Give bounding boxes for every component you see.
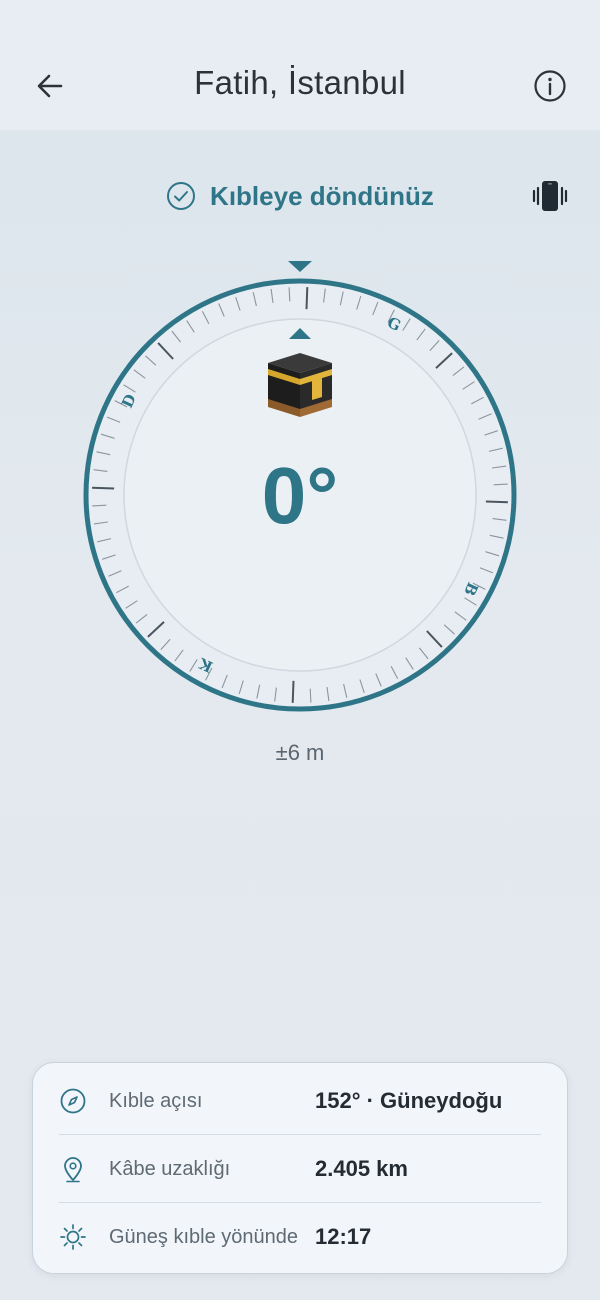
heading-pointer-icon	[288, 261, 312, 272]
compass-tick	[305, 287, 309, 310]
qibla-info-card: Kıble açısı 152° · Güneydoğu Kâbe uzaklı…	[32, 1062, 568, 1274]
compass-tick	[288, 287, 291, 302]
sun-icon	[57, 1221, 89, 1253]
kaaba-icon	[268, 353, 332, 417]
qibla-angle-label: Kıble açısı	[109, 1089, 203, 1112]
check-circle-icon	[167, 182, 196, 210]
info-button[interactable]	[530, 66, 570, 106]
qibla-status: Kıbleye döndünüz	[0, 176, 600, 216]
page-title: Fatih, İstanbul	[194, 64, 406, 101]
app-bar: Fatih, İstanbul	[0, 0, 600, 130]
status-label: Kıbleye döndünüz	[210, 180, 434, 211]
heading-readout: 0°	[262, 451, 338, 540]
sun-qibla-label: Güneş kıble yönünde	[109, 1225, 299, 1248]
vibration-toggle-button[interactable]	[528, 176, 572, 216]
compass-tick	[485, 500, 508, 504]
compass: G B K D 0°	[80, 255, 520, 715]
compass-tick	[493, 483, 508, 486]
kaaba-distance-label: Kâbe uzaklığı	[109, 1157, 231, 1180]
compass-tick	[291, 680, 295, 703]
location-pin-icon	[57, 1153, 89, 1185]
qibla-angle-row: Kıble açısı 152° · Güneydoğu	[57, 1067, 543, 1135]
kaaba-distance-value: 2.405 km	[315, 1156, 408, 1181]
compass-icon	[57, 1085, 89, 1117]
sun-qibla-value: 12:17	[315, 1224, 372, 1249]
vibrate-phone-icon	[532, 181, 568, 211]
compass-dial: G B K D 0°	[83, 261, 517, 712]
compass-tick	[92, 486, 115, 490]
compass-tick	[92, 504, 107, 507]
info-icon	[534, 70, 566, 102]
compass-tick	[309, 688, 312, 703]
qibla-angle-value: 152° · Güneydoğu	[315, 1088, 503, 1113]
kaaba-distance-row: Kâbe uzaklığı 2.405 km	[57, 1135, 543, 1203]
accuracy-text: ±6 m	[275, 740, 325, 765]
sun-qibla-row: Güneş kıble yönünde 12:17	[57, 1203, 543, 1271]
